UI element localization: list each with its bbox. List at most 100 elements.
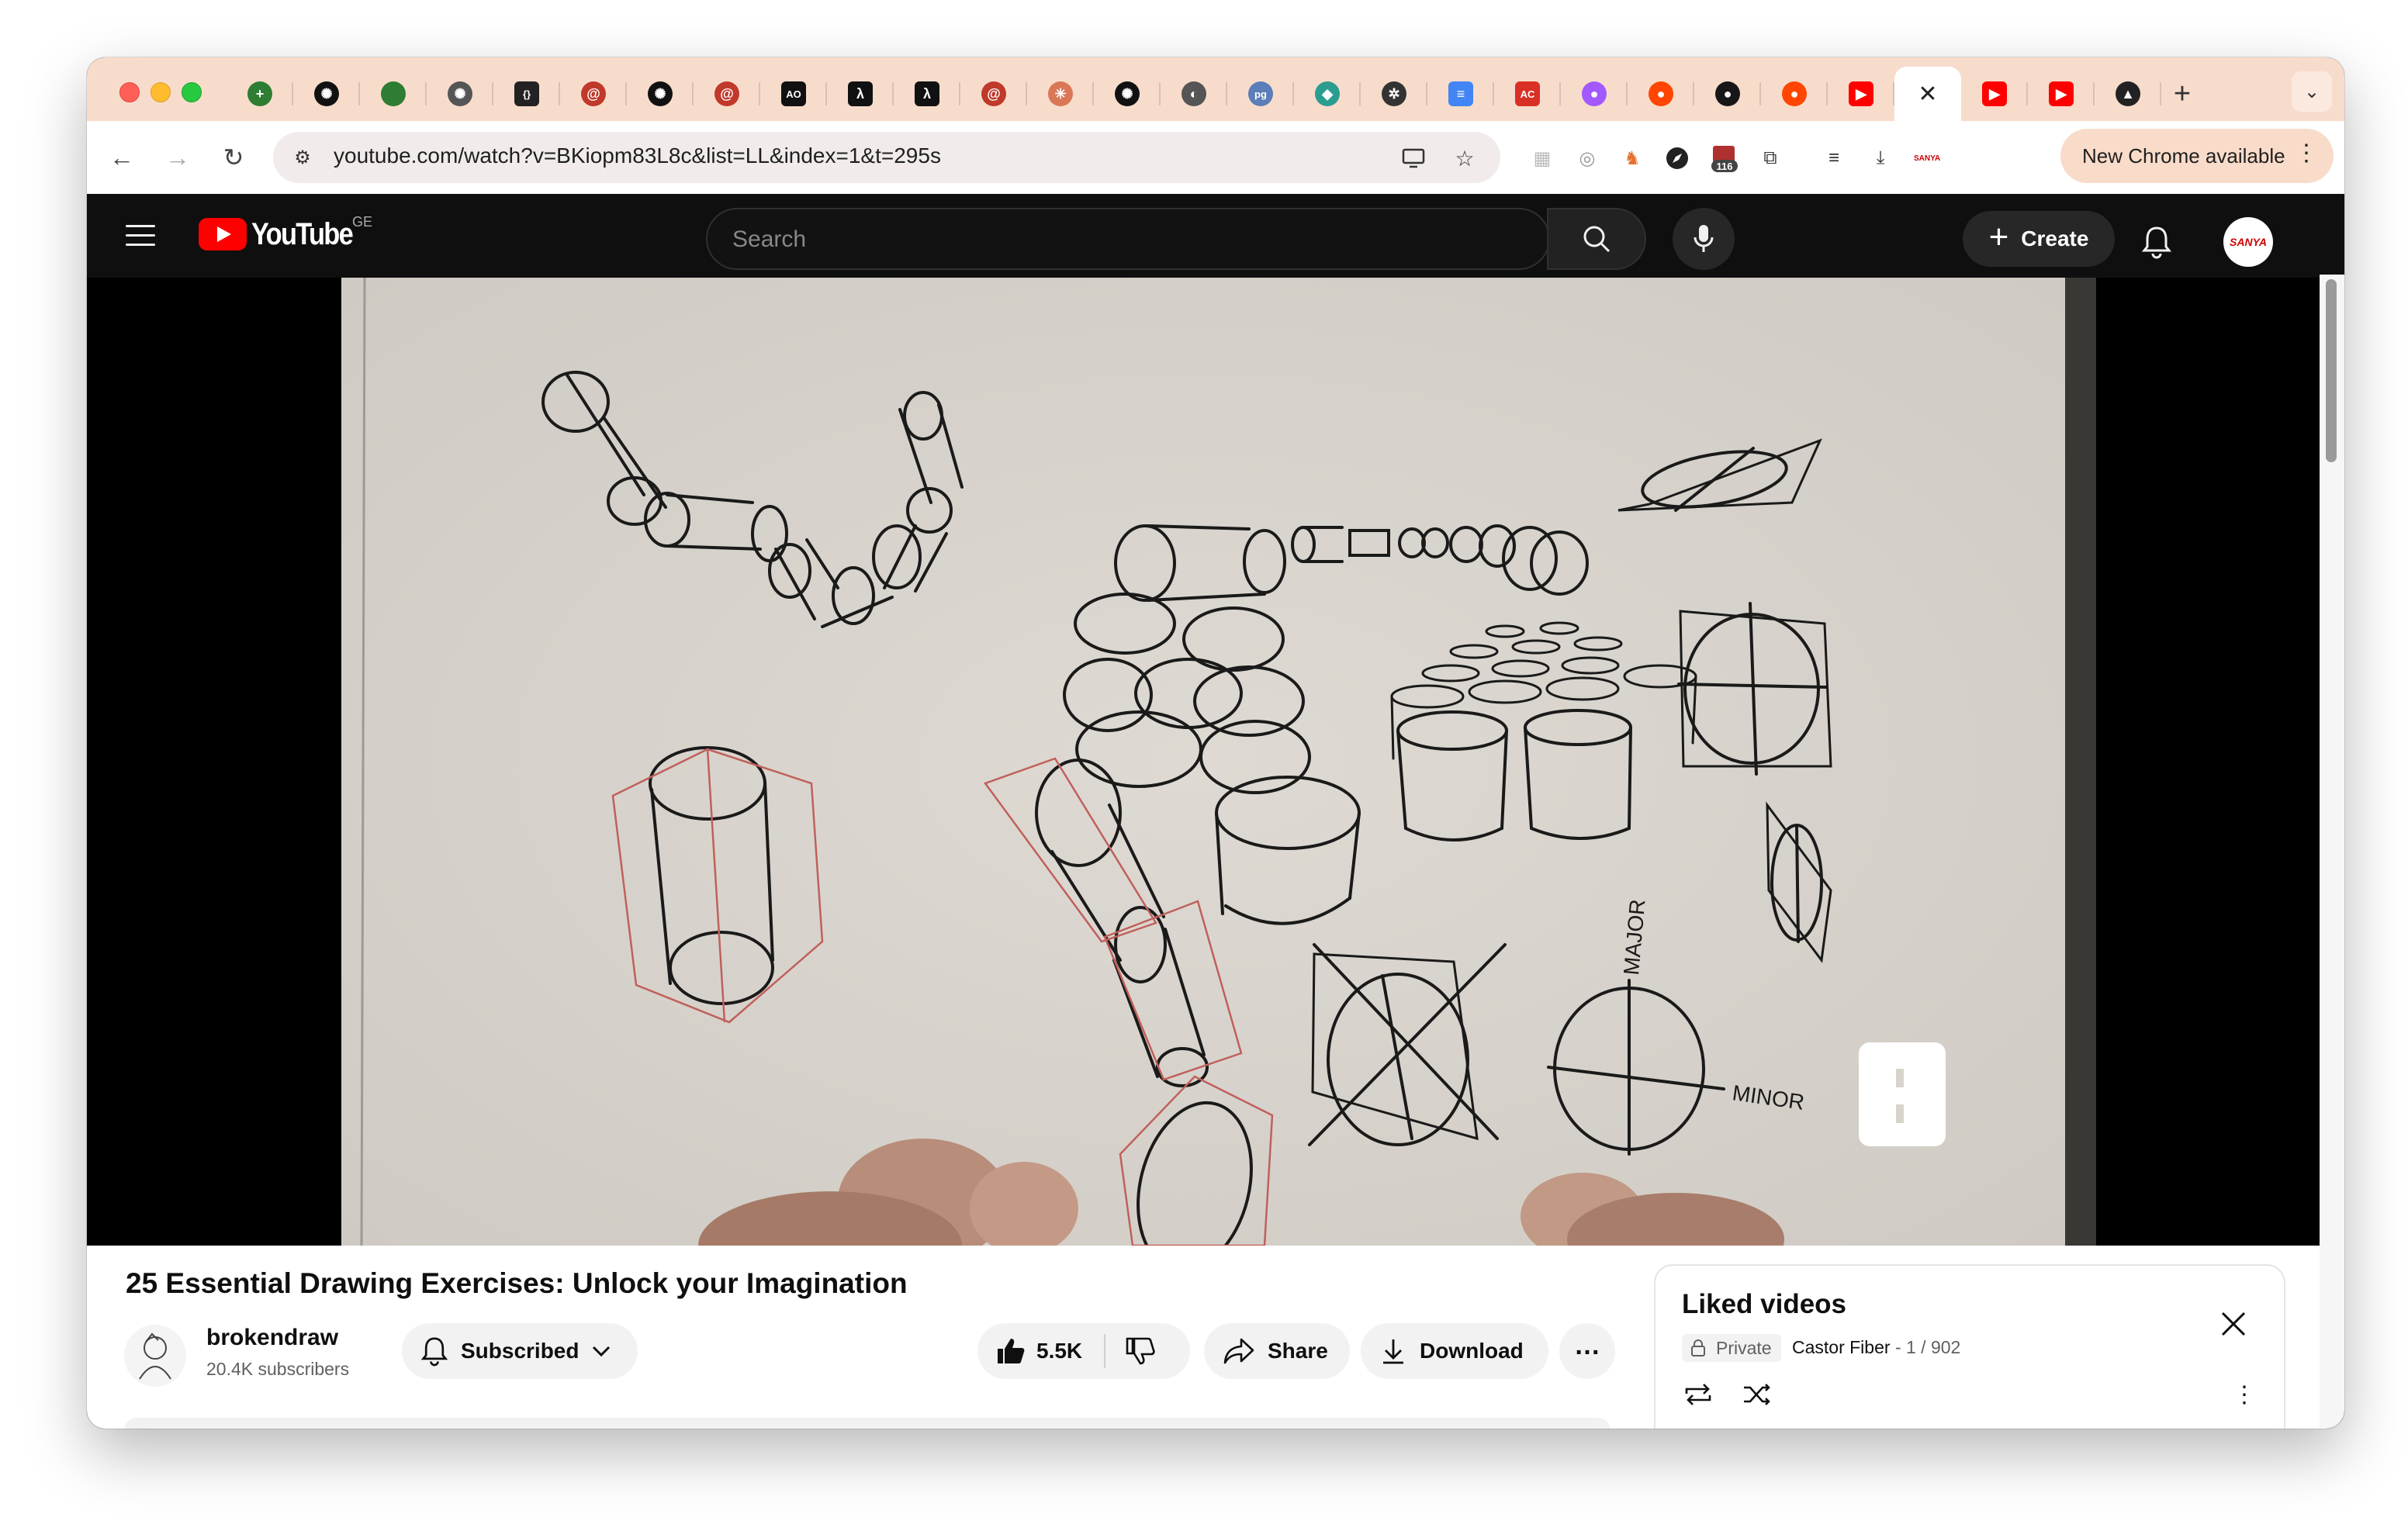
download-label: Download — [1420, 1339, 1524, 1363]
playlist-owner[interactable]: Castor Fiber — [1792, 1337, 1891, 1357]
video-player[interactable]: MAJOR MINOR 8 — [87, 278, 2321, 1246]
tab[interactable]: ≡ — [1427, 67, 1494, 121]
tab[interactable]: + — [227, 67, 293, 121]
voice-search-button[interactable] — [1673, 208, 1735, 270]
minimize-window-button[interactable] — [150, 82, 171, 102]
subscriber-count: 20.4K subscribers — [206, 1359, 350, 1379]
thumbs-down-icon[interactable] — [1124, 1336, 1155, 1367]
tab[interactable]: ● — [1761, 67, 1828, 121]
zoom-window-button[interactable] — [182, 82, 202, 102]
extension-calendar-icon[interactable]: 116 — [1708, 143, 1739, 174]
tab[interactable]: λ — [894, 67, 960, 121]
extension-grid-icon[interactable]: ▦ — [1527, 143, 1558, 174]
tab[interactable]: ✳ — [1027, 67, 1094, 121]
search-input[interactable] — [731, 209, 1541, 268]
channel-name[interactable]: brokendraw — [206, 1325, 338, 1351]
extension-compass-icon[interactable] — [1662, 143, 1693, 174]
tab[interactable]: ✺ — [293, 67, 360, 121]
bell-icon — [2141, 226, 2172, 259]
tab-active[interactable]: ✕ — [1894, 67, 1961, 121]
tab[interactable]: ▶ — [2028, 67, 2095, 121]
extension-eye-icon[interactable]: ◎ — [1572, 143, 1603, 174]
tab[interactable]: ▶ — [1961, 67, 2028, 121]
create-button[interactable]: + Create — [1963, 211, 2115, 267]
tab[interactable] — [360, 67, 427, 121]
subscribed-button[interactable]: Subscribed — [402, 1323, 638, 1379]
extension-fox-icon[interactable]: ♞ — [1617, 143, 1648, 174]
google-docs-icon: ≡ — [1448, 81, 1473, 106]
tab[interactable]: @ — [694, 67, 760, 121]
code-braces-icon: {} — [514, 81, 539, 106]
downloads-icon[interactable]: ⤓ — [1865, 143, 1896, 174]
thumbs-up-icon[interactable] — [995, 1336, 1026, 1367]
share-arrow-icon — [1223, 1338, 1254, 1364]
tab[interactable]: λ — [827, 67, 894, 121]
tab-search-button[interactable]: ⌄ — [2292, 71, 2332, 112]
page-scrollbar[interactable] — [2320, 275, 2344, 1429]
at-sign-icon: @ — [981, 81, 1006, 106]
green-circle-icon — [381, 81, 406, 106]
more-actions-button[interactable]: … — [1559, 1323, 1615, 1379]
region-code: GE — [352, 214, 373, 230]
download-button[interactable]: Download — [1361, 1323, 1548, 1379]
more-menu-icon[interactable]: ⋮ — [2295, 140, 2318, 167]
reload-button[interactable]: ↻ — [213, 137, 254, 178]
shuffle-icon — [1744, 1384, 1770, 1405]
tab[interactable]: ◆ — [1294, 67, 1361, 121]
browser-window: + ✺ ✺ {} @ ✺ @ AO λ λ @ ✳ ✺ ◐ pg ◆ ✲ ≡ AC ● ● ● ● ▶ ✕ ▶ ▶ ▲ + ⌄ ← →… — [87, 57, 2344, 1429]
address-bar[interactable]: ⚙ youtube.com/watch?v=BKiopm83L8c&list=L… — [273, 132, 1500, 183]
site-info-icon[interactable]: ⚙ — [287, 142, 318, 173]
share-button[interactable]: Share — [1204, 1323, 1350, 1379]
tab[interactable]: ● — [1694, 67, 1761, 121]
search-box — [706, 208, 1550, 270]
notifications-button[interactable] — [2133, 219, 2180, 265]
like-count[interactable]: 5.5K — [1036, 1339, 1082, 1363]
tab[interactable]: AO — [760, 67, 827, 121]
youtube-logo[interactable]: YouTube — [199, 217, 368, 251]
forward-button[interactable]: → — [157, 137, 199, 178]
url-text[interactable]: youtube.com/watch?v=BKiopm83L8c&list=LL&… — [334, 143, 941, 168]
bookmark-star-icon[interactable]: ☆ — [1448, 141, 1482, 175]
profile-icon[interactable]: SANYA — [1912, 143, 1943, 174]
scrollbar-thumb[interactable] — [2326, 279, 2337, 462]
tabs: + ✺ ✺ {} @ ✺ @ AO λ λ @ ✳ ✺ ◐ pg ◆ ✲ ≡ AC ● ● ● ● ▶ ✕ ▶ ▶ ▲ — [227, 67, 2161, 121]
tab[interactable]: pg — [1227, 67, 1294, 121]
tab[interactable]: ✺ — [427, 67, 493, 121]
menu-icon[interactable] — [126, 225, 155, 248]
tab[interactable]: {} — [493, 67, 560, 121]
tab[interactable]: ● — [1628, 67, 1694, 121]
chrome-update-button[interactable]: New Chrome available ⋮ — [2060, 129, 2334, 183]
loop-button[interactable] — [1679, 1379, 1718, 1410]
extensions-puzzle-icon[interactable]: ⧉ — [1755, 143, 1786, 174]
tab[interactable]: ▶ — [1828, 67, 1894, 121]
account-avatar[interactable]: SANYA — [2223, 217, 2273, 267]
tab[interactable]: ● — [1561, 67, 1628, 121]
close-playlist-button[interactable] — [2214, 1305, 2253, 1343]
channel-avatar[interactable] — [124, 1325, 186, 1387]
close-icon[interactable]: ✕ — [1918, 81, 1937, 108]
media-controls-icon[interactable]: ≡ — [1818, 143, 1849, 174]
description-box[interactable] — [124, 1418, 1611, 1429]
tab[interactable]: ✺ — [627, 67, 694, 121]
tab[interactable]: AC — [1494, 67, 1561, 121]
cylinder-sketches: MAJOR MINOR 8 — [341, 278, 2065, 1246]
extension-badge: 116 — [1717, 161, 1733, 172]
playlist-position: 1 / 902 — [1906, 1337, 1961, 1357]
bell-icon — [420, 1337, 448, 1367]
search-button[interactable] — [1547, 208, 1646, 270]
tab[interactable]: ✲ — [1361, 67, 1427, 121]
new-tab-button[interactable]: + — [2158, 70, 2206, 118]
playlist-title[interactable]: Liked videos — [1682, 1289, 1846, 1320]
tab[interactable]: @ — [960, 67, 1027, 121]
back-button[interactable]: ← — [101, 137, 143, 178]
tab[interactable]: ▲ — [2095, 67, 2161, 121]
subscribed-label: Subscribed — [461, 1339, 580, 1363]
close-window-button[interactable] — [119, 82, 140, 102]
tab[interactable]: ✺ — [1094, 67, 1161, 121]
tab[interactable]: @ — [560, 67, 627, 121]
youtube-play-logo-icon — [199, 218, 247, 251]
shuffle-button[interactable] — [1738, 1379, 1777, 1410]
install-app-icon[interactable] — [1396, 141, 1431, 175]
playlist-menu-button[interactable]: ⋮ — [2225, 1379, 2264, 1410]
tab[interactable]: ◐ — [1161, 67, 1227, 121]
